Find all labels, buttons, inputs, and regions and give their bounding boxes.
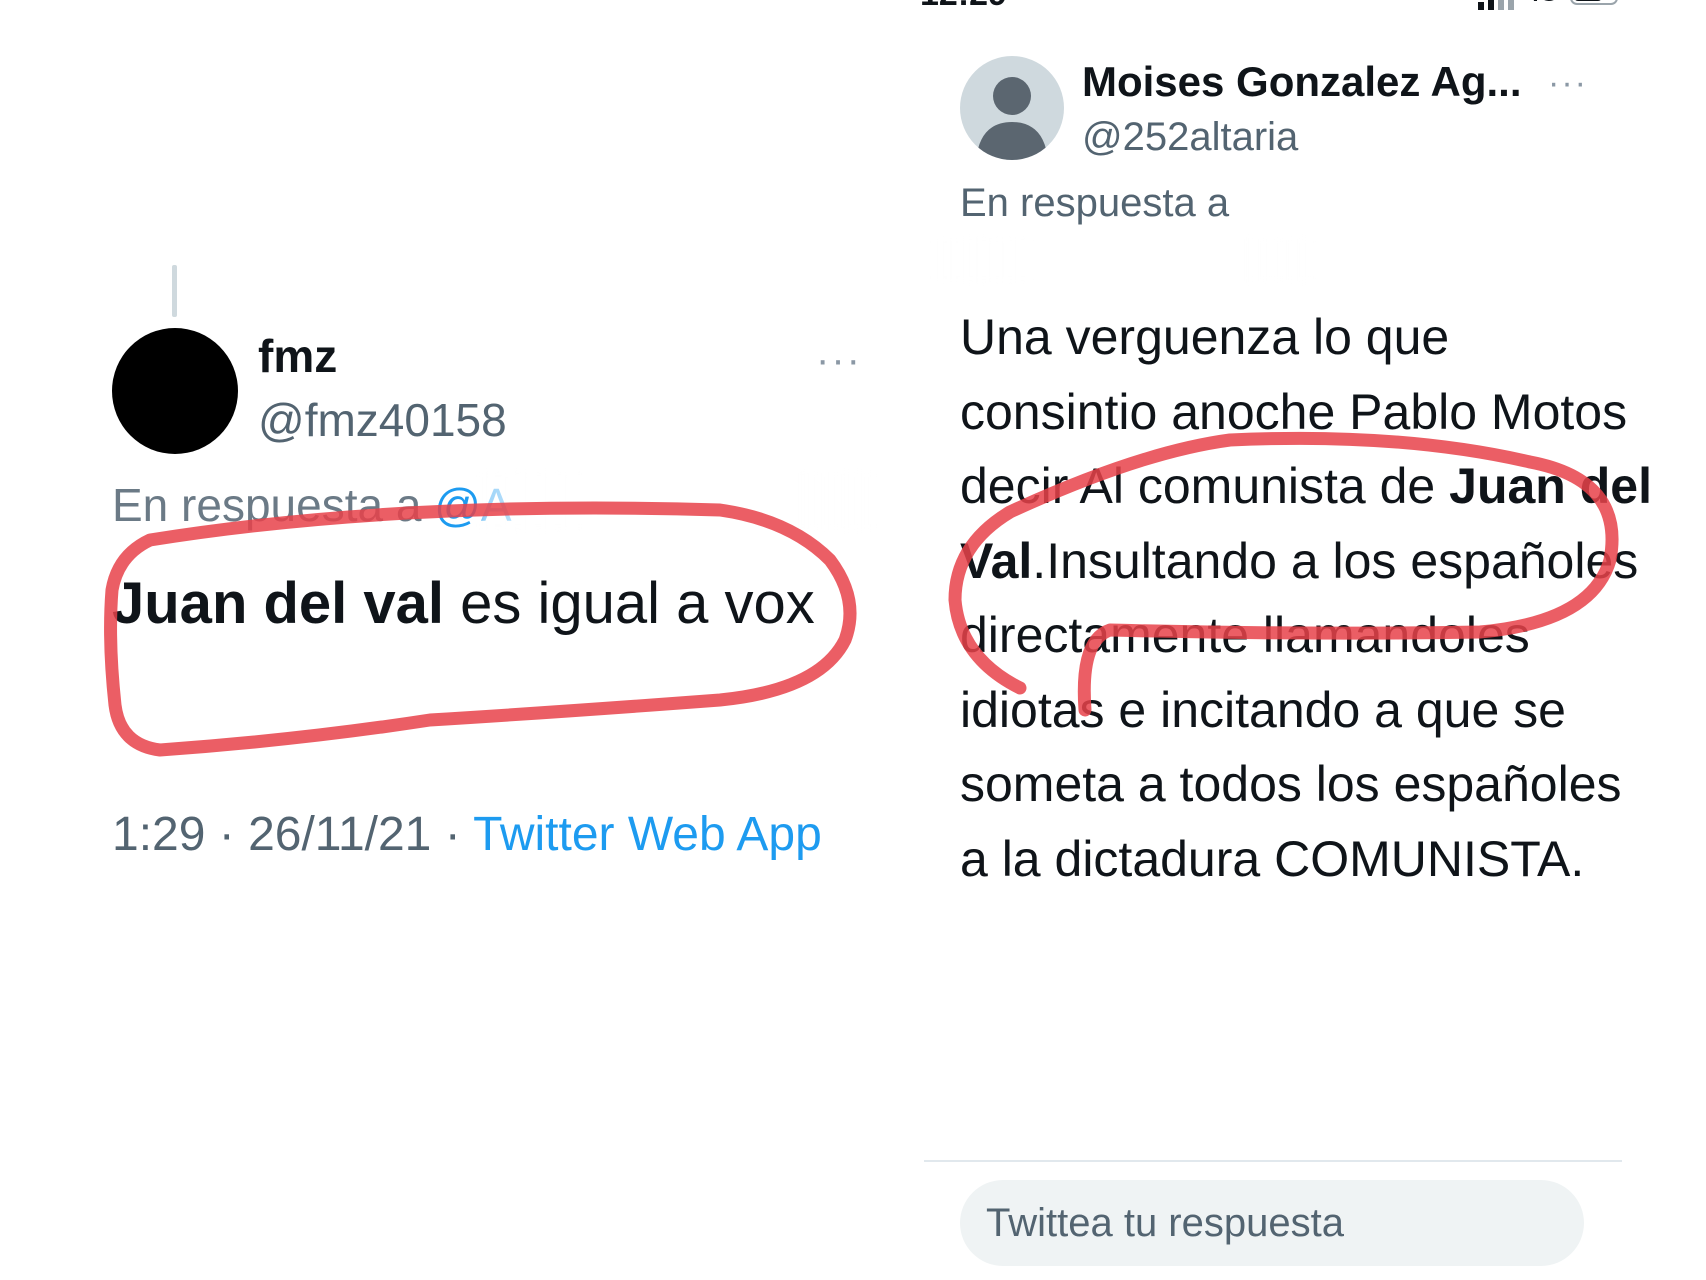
tweet-text-end: .Insultando a los españoles directamente… [960, 532, 1639, 887]
author-name[interactable]: fmz [258, 328, 337, 384]
tweet-text-rest: es igual a vox [444, 571, 815, 636]
tweet-time[interactable]: 1:29 [112, 808, 205, 861]
reply-context-label: En respuesta a [960, 181, 1230, 225]
signal-icon [1478, 0, 1514, 10]
tweet-date[interactable]: 26/11/21 [248, 808, 431, 861]
status-bar: 12:29 4G [920, 0, 1620, 14]
author-handle[interactable]: @fmz40158 [258, 392, 507, 448]
redacted-mention [480, 470, 880, 532]
thread-connector-line [172, 265, 177, 317]
reply-context: En respuesta a @A [112, 478, 512, 532]
avatar-placeholder-icon[interactable] [960, 56, 1064, 160]
divider [924, 1160, 1622, 1162]
tweet-text: Una verguenza lo que consintio anoche Pa… [960, 300, 1660, 896]
network-label: 4G [1526, 0, 1558, 14]
author-name[interactable]: Moises Gonzalez Ag... [1082, 56, 1522, 108]
tweet-source-link[interactable]: Twitter Web App [473, 808, 822, 861]
meta-separator: · [431, 808, 474, 861]
default-profile-icon [976, 77, 1048, 160]
more-icon[interactable]: ··· [816, 340, 862, 380]
tweet-text-bold: Juan del val [112, 571, 445, 636]
tweet-metadata: 1:29 · 26/11/21 · Twitter Web App [112, 800, 882, 870]
tweet-text: Juan del val es igual a vox [112, 558, 892, 650]
more-icon[interactable]: ··· [1548, 66, 1588, 100]
avatar[interactable] [112, 328, 238, 454]
author-handle[interactable]: @252altaria [1082, 112, 1298, 162]
meta-separator: · [205, 808, 249, 861]
status-time: 12:29 [920, 0, 1007, 14]
redacted-mention [934, 236, 1324, 284]
reply-input[interactable] [960, 1180, 1584, 1266]
battery-icon [1570, 0, 1618, 5]
reply-context-label: En respuesta a [112, 479, 422, 531]
